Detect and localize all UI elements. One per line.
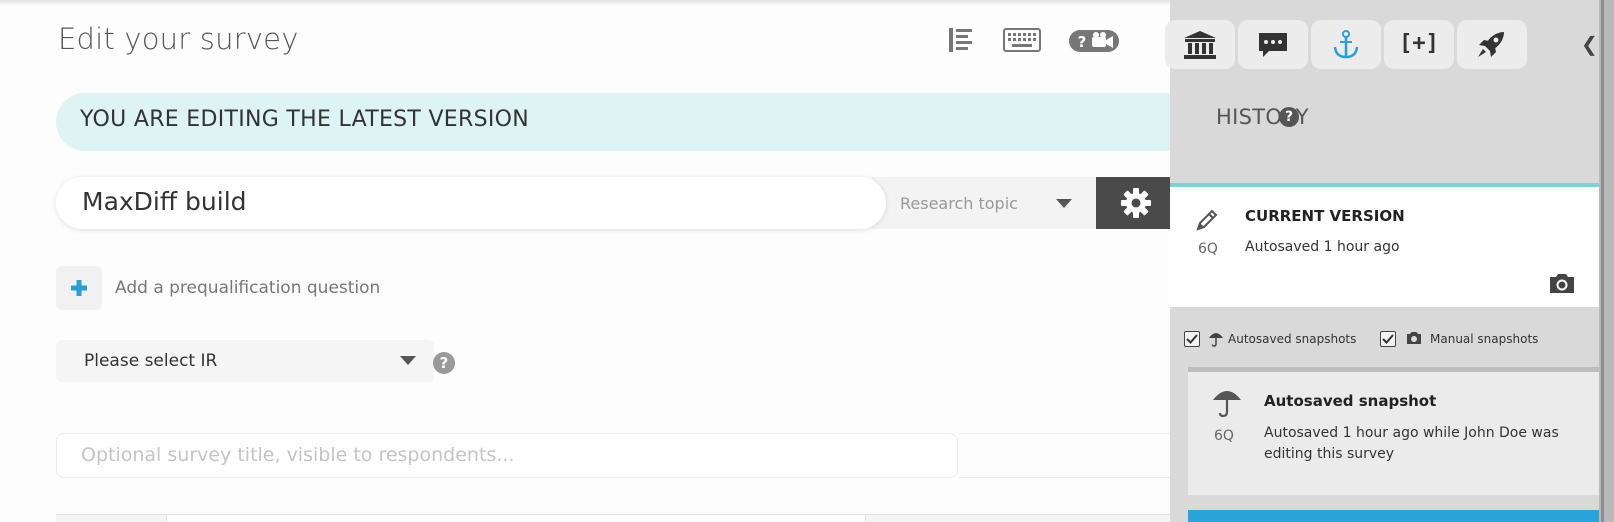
rocket-icon — [1478, 32, 1504, 57]
list-outline-icon[interactable] — [948, 26, 974, 58]
keyboard-icon[interactable] — [1003, 28, 1041, 56]
tab-launch[interactable] — [1457, 20, 1527, 69]
current-version-card[interactable]: CURRENT VERSION 6Q Autosaved 1 hour ago — [1170, 183, 1599, 307]
panel-scroll-edge[interactable] — [1599, 0, 1614, 522]
autosaved-filter-label[interactable]: Autosaved snapshots — [1228, 332, 1356, 346]
ir-select[interactable]: Please select IR — [56, 340, 434, 382]
chevron-down-icon — [1056, 199, 1072, 208]
tab-comments[interactable] — [1238, 20, 1308, 69]
check-icon — [1382, 334, 1394, 344]
research-topic-select[interactable]: Research topic — [872, 177, 1100, 229]
history-help-icon[interactable]: ? — [1279, 107, 1299, 127]
version-banner-text: YOU ARE EDITING THE LATEST VERSION — [80, 107, 530, 132]
camera-icon[interactable] — [1548, 271, 1576, 295]
settings-button[interactable] — [1096, 177, 1170, 229]
umbrella-icon — [1209, 333, 1223, 347]
check-icon — [1186, 334, 1198, 344]
svg-text:?: ? — [1078, 33, 1087, 51]
survey-name-value: MaxDiff build — [82, 187, 247, 216]
tab-anchor[interactable] — [1311, 20, 1381, 69]
anchor-icon — [1333, 30, 1359, 59]
research-topic-placeholder: Research topic — [900, 194, 1018, 213]
manual-filter-label[interactable]: Manual snapshots — [1430, 332, 1538, 346]
current-version-title: CURRENT VERSION — [1245, 207, 1405, 225]
question-area-segment — [166, 515, 866, 522]
question-area-edge — [56, 514, 1170, 522]
survey-editor: Edit your survey ? YOU ARE EDITING THE L… — [0, 0, 1170, 522]
help-video-icon[interactable]: ? — [1068, 29, 1120, 57]
current-version-status: Autosaved 1 hour ago — [1245, 239, 1400, 255]
bank-icon — [1184, 31, 1216, 59]
manual-filter-checkbox[interactable] — [1380, 331, 1396, 347]
autosaved-filter-checkbox[interactable] — [1184, 331, 1200, 347]
snapshot-title: Autosaved snapshot — [1264, 392, 1437, 410]
ir-help-icon[interactable]: ? — [433, 352, 455, 374]
snapshot-question-count: 6Q — [1214, 428, 1234, 444]
survey-name-input[interactable]: MaxDiff build — [56, 177, 886, 229]
plus-icon — [71, 280, 87, 296]
comment-icon — [1259, 33, 1287, 57]
version-banner: YOU ARE EDITING THE LATEST VERSION — [56, 93, 1170, 151]
gear-icon — [1121, 188, 1151, 218]
survey-name-row: Research topic MaxDiff build — [56, 177, 1170, 229]
tab-bank[interactable] — [1165, 20, 1235, 69]
page-title: Edit your survey — [58, 22, 299, 56]
current-question-count: 6Q — [1198, 241, 1218, 257]
tab-add-block[interactable]: [+] — [1384, 20, 1454, 69]
snapshot-card[interactable]: Autosaved snapshot 6Q Autosaved 1 hour a… — [1188, 367, 1599, 495]
snapshot-filters: Autosaved snapshots Manual snapshots — [1170, 307, 1599, 367]
add-block-label: [+] — [1399, 31, 1439, 56]
survey-title-input[interactable]: Optional survey title, visible to respon… — [56, 433, 958, 478]
snapshot-status: Autosaved 1 hour ago while John Doe was … — [1264, 425, 1559, 462]
collapse-panel-chevron-icon[interactable]: ❮ — [1581, 32, 1598, 56]
add-prequalification-button[interactable] — [56, 266, 102, 310]
umbrella-icon — [1213, 391, 1241, 418]
add-prequalification-link[interactable]: Add a prequalification question — [115, 278, 380, 298]
pencil-icon — [1196, 209, 1218, 231]
survey-title-placeholder: Optional survey title, visible to respon… — [81, 444, 515, 466]
camera-small-icon — [1407, 332, 1421, 344]
chevron-down-icon — [400, 356, 416, 365]
ir-select-value: Please select IR — [84, 351, 218, 371]
top-shadow — [0, 0, 1170, 6]
survey-title-extension — [958, 433, 1170, 478]
next-snapshot-card-edge[interactable] — [1188, 510, 1599, 522]
